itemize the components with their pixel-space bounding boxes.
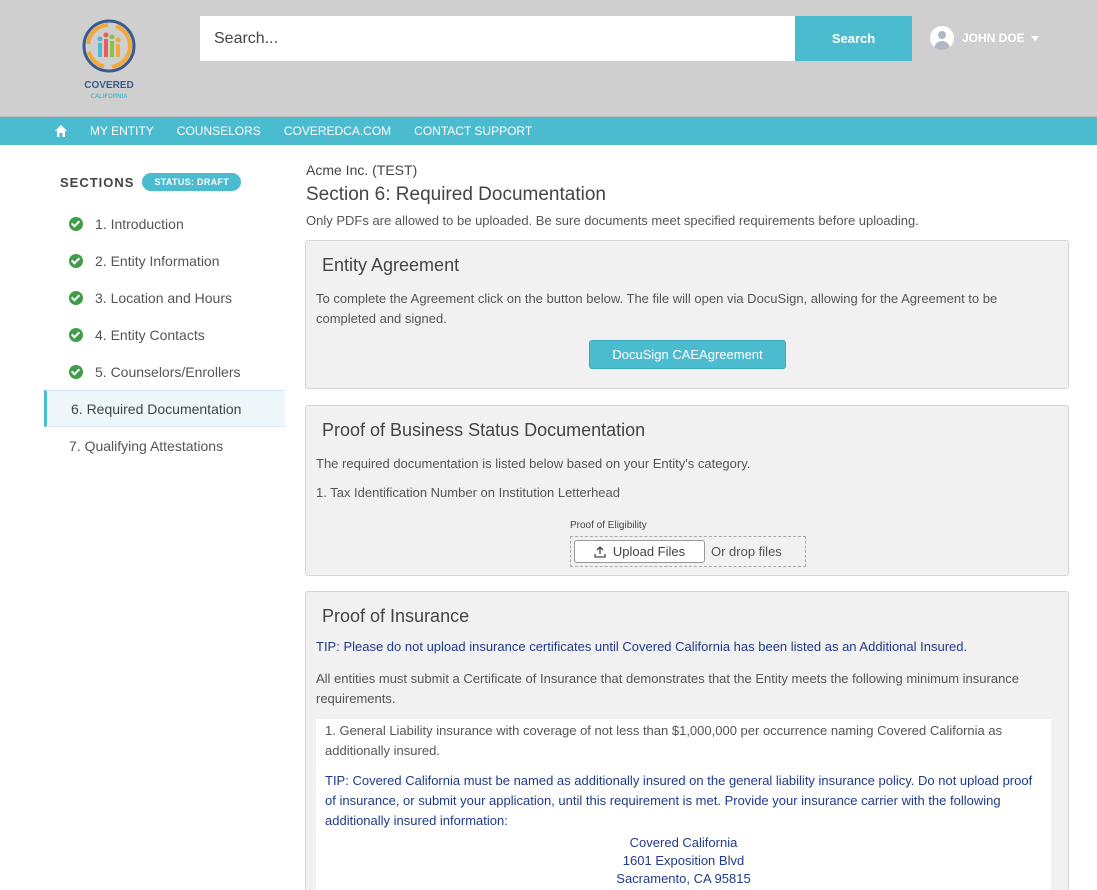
entity-agreement-panel: Entity Agreement To complete the Agreeme… <box>305 240 1069 389</box>
check-circle-icon <box>69 327 83 342</box>
chevron-down-icon <box>1030 35 1039 41</box>
drop-files-text: Or drop files <box>711 544 782 559</box>
sidebar-item-entity-contacts[interactable]: 4. Entity Contacts <box>0 316 290 353</box>
svg-text:CALIFORNIA: CALIFORNIA <box>91 94 129 100</box>
upload-files-button[interactable]: Upload Files <box>574 540 705 563</box>
insurance-text: All entities must submit a Certificate o… <box>316 671 1020 706</box>
sidebar-item-label: 7. Qualifying Attestations <box>69 437 224 454</box>
insurance-tip-2: TIP: Covered California must be named as… <box>325 773 1033 828</box>
main-nav: MY ENTITY COUNSELORS COVEREDCA.COM CONTA… <box>0 117 1097 145</box>
status-badge: STATUS: DRAFT <box>142 173 242 191</box>
sections-list: 1. Introduction 2. Entity Information 3.… <box>0 205 290 464</box>
sidebar-item-label: 2. Entity Information <box>95 252 220 269</box>
check-circle-icon <box>69 364 83 379</box>
upload-files-label: Upload Files <box>612 544 686 559</box>
insurance-requirement-1: 1. General Liability insurance with cove… <box>325 723 1003 758</box>
insurance-panel: Proof of Insurance TIP: Please do not up… <box>305 591 1069 890</box>
user-avatar-icon <box>930 26 954 50</box>
header: COVERED CALIFORNIA Search JOHN DOE <box>0 0 1097 117</box>
sidebar-item-label: 5. Counselors/Enrollers <box>95 363 241 380</box>
svg-text:COVERED: COVERED <box>84 80 133 91</box>
search-button[interactable]: Search <box>795 16 912 61</box>
nav-contact-support[interactable]: CONTACT SUPPORT <box>414 124 532 138</box>
section-description: Only PDFs are allowed to be uploaded. Be… <box>306 213 919 228</box>
nav-coveredca[interactable]: COVEREDCA.COM <box>284 124 391 138</box>
address-line-3: Sacramento, CA 95815 <box>616 871 751 886</box>
sections-title: SECTIONS <box>60 174 135 190</box>
upload-label: Proof of Eligibility <box>570 520 647 531</box>
user-name: JOHN DOE <box>962 31 1025 45</box>
nav-counselors[interactable]: COUNSELORS <box>177 124 261 138</box>
sidebar-item-location-hours[interactable]: 3. Location and Hours <box>0 279 290 316</box>
sidebar-item-introduction[interactable]: 1. Introduction <box>0 205 290 242</box>
panel-title: Proof of Business Status Documentation <box>322 420 646 440</box>
sidebar-item-required-documentation[interactable]: 6. Required Documentation <box>44 390 285 427</box>
business-required-item: 1. Tax Identification Number on Institut… <box>316 485 621 500</box>
sidebar-item-label: 6. Required Documentation <box>71 400 242 417</box>
home-icon[interactable] <box>54 124 68 138</box>
upload-icon <box>594 545 606 558</box>
search-input[interactable] <box>200 16 795 61</box>
user-menu[interactable]: JOHN DOE <box>930 26 1039 50</box>
entity-name: Acme Inc. (TEST) <box>306 162 418 178</box>
insurance-requirements-box: 1. General Liability insurance with cove… <box>316 719 1051 890</box>
sidebar: SECTIONS STATUS: DRAFT 1. Introduction 2… <box>0 145 290 890</box>
sections-header: SECTIONS STATUS: DRAFT <box>60 173 242 191</box>
nav-my-entity[interactable]: MY ENTITY <box>90 124 154 138</box>
check-circle-icon <box>69 290 83 305</box>
sidebar-item-label: 3. Location and Hours <box>95 289 232 306</box>
covered-california-logo[interactable]: COVERED CALIFORNIA <box>76 16 142 106</box>
business-text: The required documentation is listed bel… <box>316 456 751 471</box>
sidebar-item-label: 1. Introduction <box>95 215 184 232</box>
check-circle-icon <box>69 253 83 268</box>
business-status-panel: Proof of Business Status Documentation T… <box>305 405 1069 576</box>
insurance-tip: TIP: Please do not upload insurance cert… <box>316 639 968 654</box>
address-line-2: 1601 Exposition Blvd <box>622 853 745 868</box>
sidebar-item-counselors-enrollers[interactable]: 5. Counselors/Enrollers <box>0 353 290 390</box>
check-circle-icon <box>69 216 83 231</box>
panel-title: Entity Agreement <box>322 255 460 275</box>
docusign-agreement-button[interactable]: DocuSign CAEAgreement <box>589 340 786 369</box>
agreement-text: To complete the Agreement click on the b… <box>316 291 998 326</box>
page-title: Section 6: Required Documentation <box>306 184 606 205</box>
search-bar: Search <box>200 16 912 61</box>
panel-title: Proof of Insurance <box>322 606 470 626</box>
sidebar-item-qualifying-attestations[interactable]: 7. Qualifying Attestations <box>0 427 290 464</box>
file-drop-zone[interactable]: Upload Files Or drop files <box>570 536 806 567</box>
main-content: Acme Inc. (TEST) Section 6: Required Doc… <box>305 145 1097 890</box>
address-line-1: Covered California <box>629 835 738 850</box>
sidebar-item-label: 4. Entity Contacts <box>95 326 205 343</box>
sidebar-item-entity-information[interactable]: 2. Entity Information <box>0 242 290 279</box>
